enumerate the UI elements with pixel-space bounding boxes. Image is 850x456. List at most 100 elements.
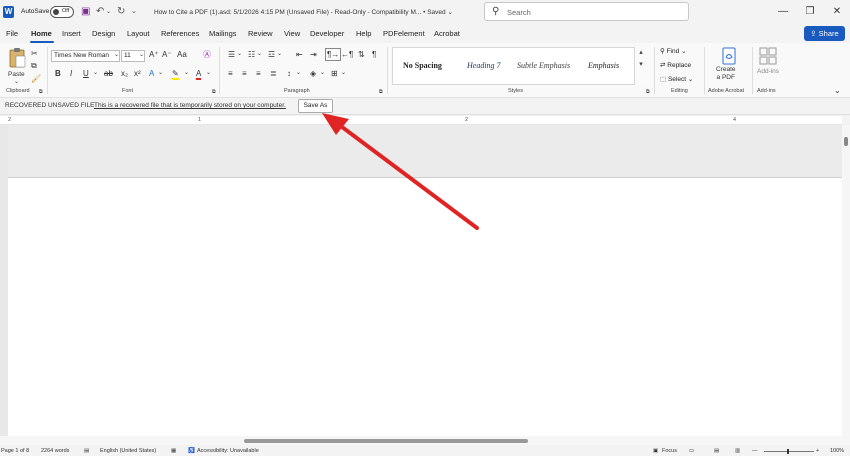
autosave-toggle[interactable]: Off — [50, 6, 74, 18]
clipboard-launcher-icon[interactable]: ⧉ — [39, 87, 43, 98]
highlight-dropdown-icon[interactable]: ⌄ — [184, 68, 189, 79]
close-button[interactable]: ✕ — [829, 4, 845, 20]
shrink-font-icon[interactable]: A⁻ — [162, 49, 172, 60]
read-mode-icon[interactable]: ▭ — [689, 448, 694, 454]
zoom-level[interactable]: 100% — [830, 448, 844, 454]
tab-developer[interactable]: Developer — [310, 29, 344, 38]
text-effects-icon[interactable]: A — [149, 68, 154, 79]
undo-icon[interactable]: ↶ — [96, 6, 104, 18]
share-button[interactable]: ⇪ Share — [804, 26, 845, 41]
find-button[interactable]: ⚲ Find ⌄ — [660, 47, 687, 55]
web-layout-icon[interactable]: ▥ — [735, 448, 740, 454]
horizontal-ruler[interactable]: 2 1 2 4 — [0, 116, 842, 125]
tab-references[interactable]: References — [161, 29, 199, 38]
customize-toolbar-icon[interactable]: ⌄ — [131, 6, 137, 18]
search-input[interactable]: ⚲ Search — [484, 2, 689, 21]
text-effects-dropdown-icon[interactable]: ⌄ — [158, 68, 163, 79]
accessibility-status[interactable]: Accessibility: Unavailable — [197, 448, 259, 454]
vertical-scroll-thumb[interactable] — [844, 137, 848, 146]
multilevel-list-icon[interactable]: ☲ — [268, 49, 275, 60]
style-heading-7[interactable]: Heading 7 — [467, 61, 501, 70]
font-color-icon[interactable]: A — [196, 68, 202, 80]
tab-home[interactable]: Home — [31, 29, 52, 38]
tab-insert[interactable]: Insert — [62, 29, 81, 38]
tab-file[interactable]: File — [6, 29, 18, 38]
select-button[interactable]: ⬚ Select ⌄ — [660, 75, 693, 83]
sort-icon[interactable]: ⇅ — [358, 49, 365, 60]
underline-dropdown-icon[interactable]: ⌄ — [93, 68, 98, 79]
font-name-combo[interactable]: Times New Roman — [51, 50, 120, 62]
save-as-button[interactable]: Save As — [298, 99, 333, 113]
create-pdf-button[interactable]: Create a PDF — [716, 66, 736, 82]
restore-button[interactable]: ❐ — [802, 4, 818, 20]
paragraph-launcher-icon[interactable]: ⧉ — [379, 87, 383, 98]
zoom-slider-thumb[interactable] — [787, 449, 789, 454]
copy-icon[interactable]: ⧉ — [31, 60, 37, 71]
create-pdf-icon[interactable] — [720, 47, 738, 65]
vertical-scrollbar[interactable] — [842, 125, 850, 445]
align-center-icon[interactable]: ≡ — [242, 68, 247, 79]
justify-icon[interactable]: ≣ — [270, 68, 277, 79]
tab-review[interactable]: Review — [248, 29, 273, 38]
underline-icon[interactable]: U — [83, 68, 89, 79]
format-painter-icon[interactable]: 🖌 — [31, 73, 41, 84]
increase-indent-icon[interactable]: ⇥ — [310, 49, 317, 60]
tab-pdfelement[interactable]: PDFelement — [383, 29, 425, 38]
document-title[interactable]: How to Cite a PDF (1).asd: 5/1/2026 4:15… — [154, 8, 453, 16]
zoom-in-icon[interactable]: + — [816, 448, 819, 454]
show-marks-icon[interactable]: ¶ — [372, 49, 376, 60]
bold-icon[interactable]: B — [55, 68, 61, 79]
decrease-indent-icon[interactable]: ⇤ — [296, 49, 303, 60]
strikethrough-icon[interactable]: ab — [104, 68, 113, 79]
ltr-direction-icon[interactable]: ¶→ — [325, 48, 342, 61]
paste-dropdown-icon[interactable]: ⌄ — [14, 77, 19, 88]
undo-dropdown-icon[interactable]: ⌄ — [106, 6, 111, 18]
clear-formatting-icon[interactable]: Ⓐ — [203, 49, 211, 60]
align-right-icon[interactable]: ≡ — [256, 68, 261, 79]
redo-icon[interactable]: ↻ — [117, 6, 125, 18]
horizontal-scrollbar[interactable] — [0, 436, 842, 445]
horizontal-scroll-thumb[interactable] — [244, 439, 528, 443]
style-emphasis[interactable]: Emphasis — [588, 61, 619, 70]
highlight-icon[interactable]: ✎ — [172, 68, 179, 80]
zoom-slider[interactable] — [764, 451, 814, 452]
numbering-icon[interactable]: ☷ — [248, 49, 255, 60]
align-left-icon[interactable]: ≡ — [228, 68, 233, 79]
superscript-icon[interactable]: x² — [134, 68, 141, 79]
style-subtle-emphasis[interactable]: Subtle Emphasis — [517, 61, 570, 70]
print-layout-icon[interactable]: ▤ — [714, 448, 719, 454]
tab-design[interactable]: Design — [92, 29, 115, 38]
save-icon[interactable]: ▣ — [81, 6, 90, 18]
tab-view[interactable]: View — [284, 29, 300, 38]
paste-icon[interactable] — [8, 47, 26, 69]
subscript-icon[interactable]: x₂ — [121, 68, 128, 79]
bullets-icon[interactable]: ☰ — [228, 49, 235, 60]
page-count[interactable]: Page 1 of 8 — [1, 448, 29, 454]
bullets-dropdown-icon[interactable]: ⌄ — [237, 49, 242, 60]
styles-launcher-icon[interactable]: ⧉ — [646, 87, 650, 98]
font-launcher-icon[interactable]: ⧉ — [212, 87, 216, 98]
borders-icon[interactable]: ⊞ — [331, 68, 338, 79]
language[interactable]: English (United States) — [100, 448, 156, 454]
recovered-message[interactable]: This is a recovered file that is tempora… — [94, 102, 286, 109]
styles-more-button[interactable]: ▴ ▾ — [634, 47, 647, 85]
change-case-icon[interactable]: Aa — [177, 49, 187, 60]
line-spacing-icon[interactable]: ↕ — [287, 68, 291, 79]
document-page[interactable] — [8, 177, 842, 445]
grow-font-icon[interactable]: A⁺ — [149, 49, 159, 60]
borders-dropdown-icon[interactable]: ⌄ — [341, 68, 346, 79]
minimize-button[interactable]: — — [775, 4, 791, 20]
replace-button[interactable]: ⇄ Replace — [660, 61, 691, 69]
focus-button[interactable]: Focus — [662, 448, 677, 454]
multilevel-dropdown-icon[interactable]: ⌄ — [277, 49, 282, 60]
zoom-out-icon[interactable]: — — [752, 448, 758, 454]
font-name-dropdown-icon[interactable]: ⌄ — [114, 50, 119, 61]
tab-layout[interactable]: Layout — [127, 29, 150, 38]
font-size-dropdown-icon[interactable]: ⌄ — [139, 50, 144, 61]
text-predictions-icon[interactable]: ▦ — [171, 448, 176, 454]
collapse-ribbon-icon[interactable]: ⌄ — [834, 85, 841, 96]
style-no-spacing[interactable]: No Spacing — [403, 61, 442, 70]
italic-icon[interactable]: I — [70, 68, 72, 79]
line-spacing-dropdown-icon[interactable]: ⌄ — [296, 68, 301, 79]
cut-icon[interactable]: ✂ — [31, 48, 38, 59]
